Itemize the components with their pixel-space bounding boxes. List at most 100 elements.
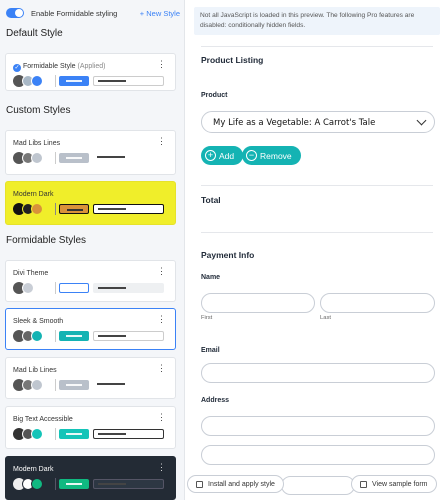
button-preview [59,331,89,341]
view-sample-form-label: View sample form [372,480,428,488]
divider [55,203,56,215]
more-options-icon[interactable]: ⋮ [157,60,166,69]
swatch [31,428,43,440]
style-card-modern-dark-custom[interactable]: Modern Dark [5,181,176,225]
swatch [31,478,43,490]
more-options-icon[interactable]: ⋮ [157,463,166,472]
check-circle-icon: ✓ [13,64,21,72]
divider [55,478,56,490]
style-card-mad-lib-lines[interactable]: Mad Lib Lines ⋮ [5,357,176,399]
product-select-value: My Life as a Vegetable: A Carrot's Tale [213,118,376,128]
color-swatches [13,152,51,164]
new-style-link[interactable]: + New Style [140,9,180,18]
field-preview [93,204,164,214]
field-preview [93,153,164,163]
divider [201,46,433,47]
more-options-icon[interactable]: ⋮ [157,413,166,422]
button-preview [59,429,89,439]
form-icon [360,480,367,488]
swatch [31,379,43,391]
style-card-name: Modern Dark [13,191,54,198]
button-preview [59,479,89,489]
divider [55,379,56,391]
button-preview [59,153,89,163]
divider [55,282,56,294]
divider [55,75,56,87]
preview-notice: Not all JavaScript is loaded in this pre… [194,7,440,35]
style-card-name: Modern Dark [13,466,54,473]
button-preview [59,283,89,293]
divider [201,185,433,186]
first-sublabel: First [201,315,213,321]
address-label: Address [201,397,230,404]
swatch [31,330,43,342]
view-sample-form-button[interactable]: View sample form [351,475,437,493]
product-listing-heading: Product Listing [201,55,264,65]
first-name-input[interactable] [201,293,315,313]
field-preview [93,331,164,341]
product-label: Product [201,92,228,99]
add-button-label: Add [219,150,235,161]
style-sidebar: Enable Formidable styling + New Style De… [0,0,185,500]
button-preview [59,204,89,214]
divider [55,152,56,164]
button-preview [59,380,89,390]
style-card-name: Divi Theme [13,270,49,277]
more-options-icon[interactable]: ⋮ [157,315,166,324]
total-heading: Total [201,195,221,205]
custom-styles-heading: Custom Styles [6,105,71,116]
default-style-heading: Default Style [6,28,63,39]
color-swatches [13,203,51,215]
more-options-icon[interactable]: ⋮ [157,364,166,373]
form-preview: Not all JavaScript is loaded in this pre… [186,0,448,500]
field-preview [93,429,164,439]
divider [55,330,56,342]
color-swatches [13,379,51,391]
color-swatches [13,428,51,440]
install-apply-style-label: Install and apply style [208,480,275,488]
product-select[interactable]: My Life as a Vegetable: A Carrot's Tale [201,111,435,133]
address-city-input[interactable] [281,476,355,495]
enable-styling-toggle[interactable] [6,8,24,18]
address-line2-input[interactable] [201,445,435,465]
field-preview [93,76,164,86]
enable-styling-label: Enable Formidable styling [31,8,118,18]
style-card-divi-theme[interactable]: Divi Theme ⋮ [5,260,176,302]
name-label: Name [201,274,221,281]
install-apply-style-button[interactable]: Install and apply style [187,475,284,493]
color-swatches [13,75,51,87]
style-card-sleek-smooth[interactable]: Sleek & Smooth ⋮ [5,308,176,350]
plus-circle-icon: + [205,150,216,161]
style-card-modern-dark[interactable]: Modern Dark ⋮ [5,456,176,500]
payment-info-heading: Payment Info [201,250,255,260]
divider [55,428,56,440]
field-preview [93,380,164,390]
swatch [22,282,34,294]
install-icon [196,480,203,488]
last-name-input[interactable] [320,293,435,313]
style-card-name: Big Text Accessible [13,416,73,423]
style-card-name: Mad Libs Lines [13,140,61,147]
swatch [31,203,43,215]
style-card-formidable-style[interactable]: ✓ Formidable Style (Applied) ⋮ [5,53,176,91]
last-sublabel: Last [320,315,331,321]
address-line1-input[interactable] [201,416,435,436]
minus-circle-icon: − [246,150,257,161]
more-options-icon[interactable]: ⋮ [157,267,166,276]
remove-button[interactable]: − Remove [242,146,301,165]
email-label: Email [201,347,220,354]
style-card-name: ✓ Formidable Style (Applied) [13,63,106,72]
add-button[interactable]: + Add [201,146,244,165]
swatch [31,75,43,87]
remove-button-label: Remove [260,150,292,161]
color-swatches [13,330,51,342]
style-card-name: Sleek & Smooth [13,318,64,325]
more-options-icon[interactable]: ⋮ [157,137,166,146]
style-card-big-text-accessible[interactable]: Big Text Accessible ⋮ [5,406,176,449]
color-swatches [13,282,51,294]
style-card-mad-libs-lines[interactable]: Mad Libs Lines ⋮ [5,130,176,175]
field-preview [93,479,164,489]
button-preview [59,76,89,86]
formidable-styles-heading: Formidable Styles [6,235,87,246]
email-input[interactable] [201,363,435,383]
